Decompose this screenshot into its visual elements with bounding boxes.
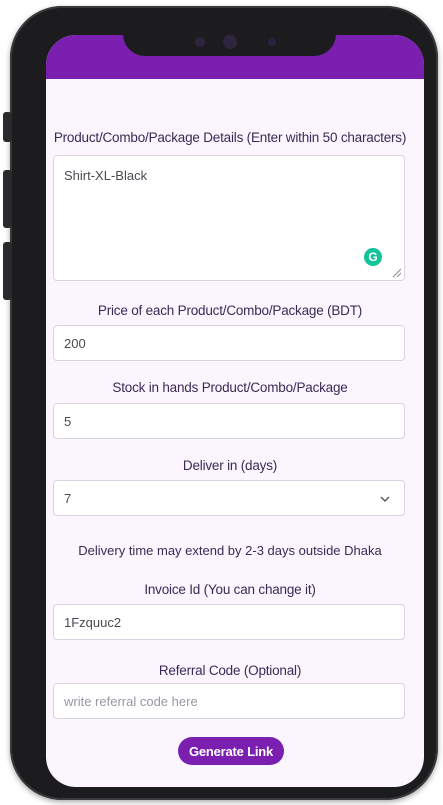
resize-handle-icon[interactable] bbox=[391, 267, 401, 277]
details-value: Shirt-XL-Black bbox=[64, 168, 148, 183]
side-button-volume-up bbox=[3, 170, 12, 228]
invoice-value: 1Fzquuc2 bbox=[64, 614, 122, 630]
referral-placeholder: write referral code here bbox=[64, 693, 198, 709]
stock-label: Stock in hands Product/Combo/Package bbox=[112, 380, 348, 395]
stage: Product/Combo/Package Details (Enter wit… bbox=[0, 0, 443, 805]
price-label: Price of each Product/Combo/Package (BDT… bbox=[97, 303, 363, 318]
sensor-icon bbox=[268, 38, 276, 46]
price-value: 200 bbox=[64, 335, 86, 351]
price-input[interactable]: 200 bbox=[53, 325, 405, 361]
side-button-mute bbox=[3, 112, 12, 142]
details-textarea[interactable]: Shirt-XL-Black G bbox=[53, 155, 405, 281]
details-label: Product/Combo/Package Details (Enter wit… bbox=[53, 130, 407, 145]
delivery-note: Delivery time may extend by 2-3 days out… bbox=[78, 543, 382, 558]
stock-input[interactable]: 5 bbox=[53, 403, 405, 439]
invoice-label: Invoice Id (You can change it) bbox=[144, 582, 316, 597]
invoice-input[interactable]: 1Fzquuc2 bbox=[53, 604, 405, 640]
deliver-value: 7 bbox=[64, 490, 72, 506]
deliver-label: Deliver in (days) bbox=[182, 458, 278, 473]
referral-label: Referral Code (Optional) bbox=[158, 663, 302, 678]
stock-value: 5 bbox=[64, 413, 72, 429]
notch bbox=[123, 29, 336, 56]
side-button-volume-down bbox=[3, 242, 12, 300]
camera-icon bbox=[195, 37, 205, 47]
camera-icon bbox=[223, 35, 237, 49]
referral-input[interactable]: write referral code here bbox=[53, 683, 405, 719]
deliver-select[interactable]: 7 bbox=[53, 480, 405, 516]
generate-link-button[interactable]: Generate Link bbox=[178, 737, 284, 765]
grammarly-icon[interactable]: G bbox=[364, 248, 382, 266]
chevron-down-icon bbox=[380, 496, 390, 502]
